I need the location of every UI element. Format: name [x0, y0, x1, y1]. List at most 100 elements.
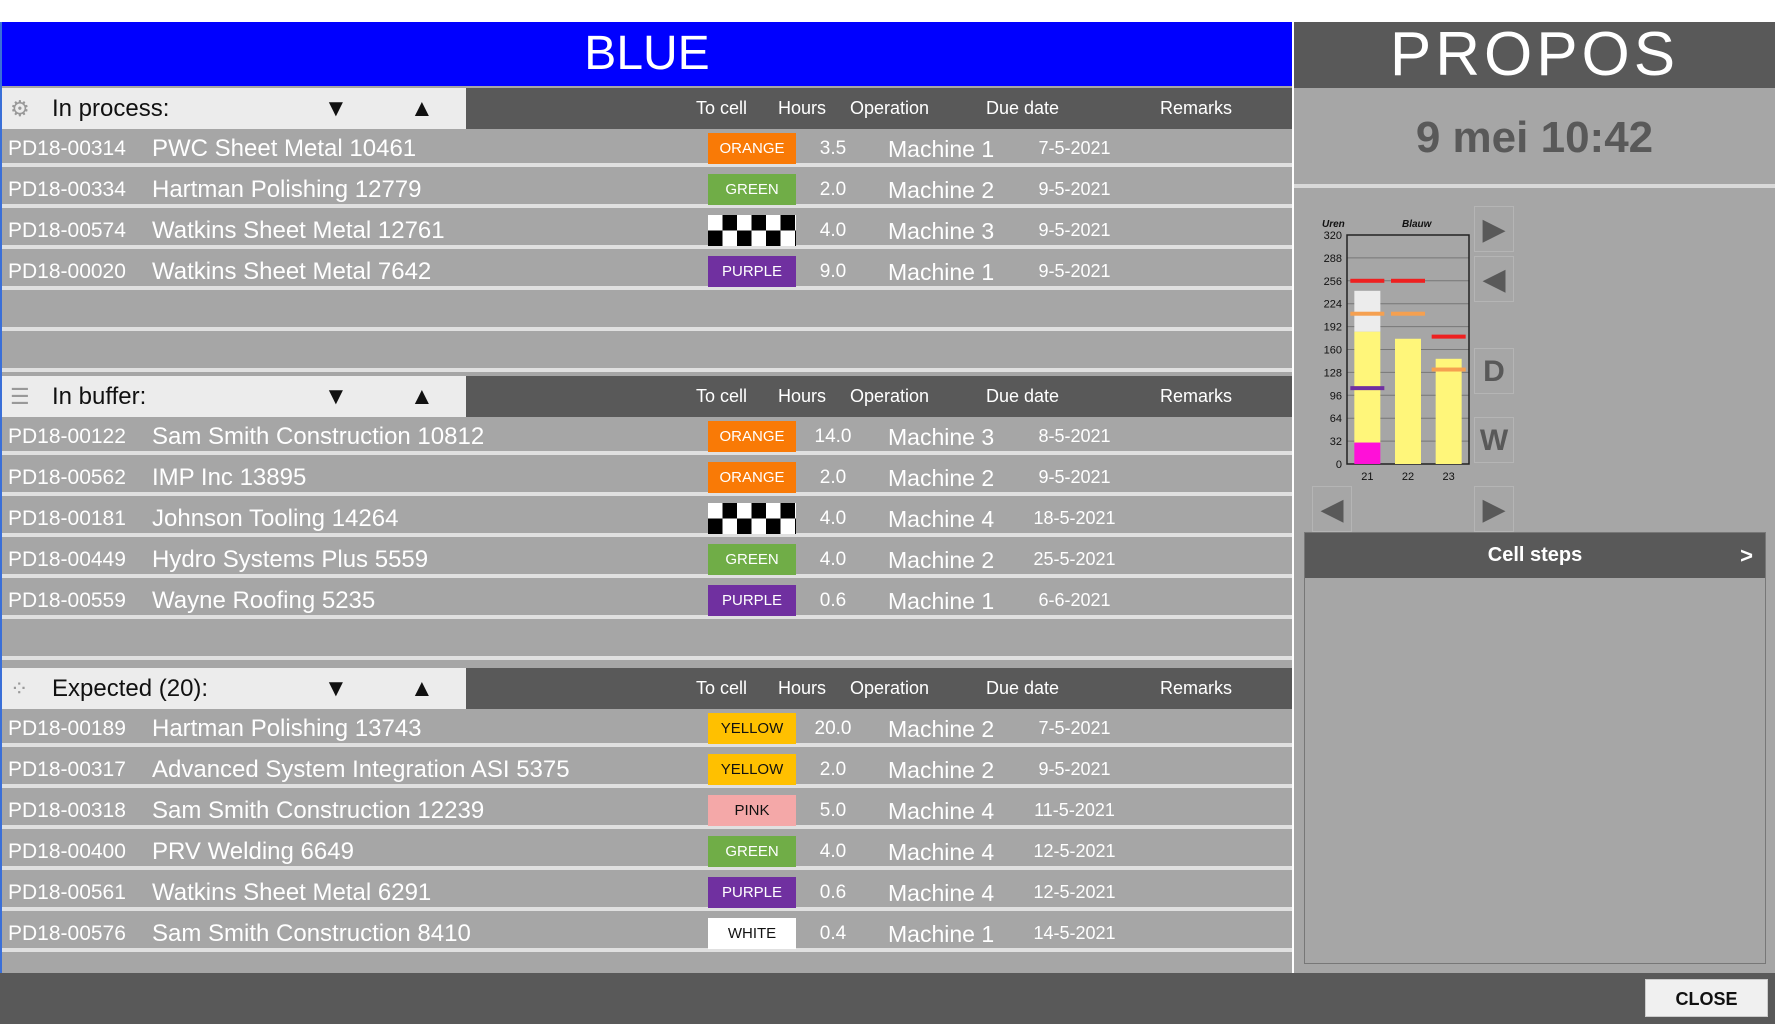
x-tick-label: 21 — [1361, 471, 1373, 482]
chevron-right-icon[interactable]: > — [1740, 533, 1753, 578]
cell-badge: YELLOW — [708, 754, 796, 785]
y-tick-label: 224 — [1324, 299, 1342, 311]
operation: Machine 4 — [888, 839, 995, 865]
hours: 20.0 — [814, 718, 852, 739]
order-name: Watkins Sheet Metal 6291 — [152, 879, 432, 906]
table-row[interactable]: PD18-00189 Hartman Polishing 13743 YELLO… — [2, 710, 1292, 747]
chart-prev-button[interactable]: ◀ — [1474, 256, 1514, 302]
close-button[interactable]: CLOSE — [1645, 979, 1768, 1017]
table-row[interactable]: PD18-00574 Watkins Sheet Metal 12761 4.0… — [2, 212, 1292, 249]
sort-up-button[interactable]: ▲ — [410, 88, 434, 129]
sort-down-button[interactable]: ▼ — [324, 668, 348, 709]
cell-badge: GREEN — [708, 836, 796, 867]
grid-icon: ⁘ — [10, 676, 29, 701]
table-row[interactable]: PD18-00334 Hartman Polishing 12779 GREEN… — [2, 171, 1292, 208]
operation: Machine 3 — [888, 424, 995, 450]
page-title: BLUE — [2, 22, 1292, 86]
cell-steps-header[interactable]: Cell steps > — [1305, 533, 1765, 578]
cell-steps-label: Cell steps — [1487, 544, 1583, 566]
remarks — [1147, 833, 1287, 870]
y-tick-label: 288 — [1324, 253, 1342, 265]
order-id: PD18-00020 — [8, 260, 126, 283]
operation: Machine 1 — [888, 921, 995, 947]
week-view-button[interactable]: W — [1474, 417, 1514, 463]
y-tick-label: 160 — [1324, 345, 1342, 357]
gears-icon: ⚙ — [10, 96, 30, 121]
order-name: PWC Sheet Metal 10461 — [152, 135, 417, 162]
sort-up-button[interactable]: ▲ — [410, 376, 434, 417]
table-row[interactable]: PD18-00317 Advanced System Integration A… — [2, 751, 1292, 788]
table-row[interactable]: PD18-00449 Hydro Systems Plus 5559 GREEN… — [2, 541, 1292, 578]
hours: 4.0 — [819, 841, 847, 862]
remarks — [1147, 130, 1287, 167]
order-name: Hartman Polishing 12779 — [152, 176, 422, 203]
chart-right-button[interactable]: ▶ — [1474, 486, 1514, 532]
due-date: 18-5-2021 — [1033, 508, 1116, 528]
target-marker — [1391, 311, 1425, 316]
table-row[interactable]: PD18-00318 Sam Smith Construction 12239 … — [2, 792, 1292, 829]
remarks — [1147, 459, 1287, 496]
column-remarks: Remarks — [1160, 386, 1233, 406]
column-hours: Hours — [778, 98, 827, 118]
operation: Machine 1 — [888, 136, 995, 162]
hours: 2.0 — [819, 179, 847, 200]
bar-segment — [1435, 358, 1462, 464]
day-view-button[interactable]: D — [1474, 348, 1514, 394]
sort-down-button[interactable]: ▼ — [324, 376, 348, 417]
table-row[interactable]: PD18-00559 Wayne Roofing 5235 PURPLE 0.6… — [2, 582, 1292, 619]
sort-up-button[interactable]: ▲ — [410, 668, 434, 709]
hours: 4.0 — [819, 549, 847, 570]
y-tick-label: 256 — [1324, 276, 1342, 288]
table-row[interactable]: PD18-00122 Sam Smith Construction 10812 … — [2, 418, 1292, 455]
table-row[interactable]: PD18-00400 PRV Welding 6649 GREEN 4.0 Ma… — [2, 833, 1292, 870]
sort-down-button[interactable]: ▼ — [324, 88, 348, 129]
hours: 4.0 — [819, 508, 847, 529]
table-row[interactable]: PD18-00562 IMP Inc 13895 ORANGE 2.0 Mach… — [2, 459, 1292, 496]
operation: Machine 2 — [888, 465, 995, 491]
table-row[interactable]: PD18-00561 Watkins Sheet Metal 6291 PURP… — [2, 874, 1292, 911]
column-remarks: Remarks — [1160, 678, 1233, 698]
column-hours: Hours — [778, 386, 827, 406]
order-id: PD18-00561 — [8, 881, 126, 904]
section-header: ⁘ Expected (20): ▼ ▲ To cell Hours Operatio… — [2, 668, 1292, 709]
chart-next-button[interactable]: ▶ — [1474, 206, 1514, 252]
empty-row — [2, 623, 1292, 660]
order-id: PD18-00400 — [8, 840, 126, 863]
hours: 14.0 — [814, 426, 852, 447]
remarks — [1147, 418, 1287, 455]
table-row[interactable]: PD18-00181 Johnson Tooling 14264 4.0 Mac… — [2, 500, 1292, 537]
remarks — [1147, 792, 1287, 829]
order-id: PD18-00189 — [8, 717, 126, 740]
column-due-date: Due date — [986, 386, 1060, 406]
table-row[interactable]: PD18-00576 Sam Smith Construction 8410 W… — [2, 915, 1292, 952]
order-name: PRV Welding 6649 — [152, 838, 354, 865]
column-header: To cell Hours Operation Due date Remarks — [466, 88, 1292, 129]
due-date: 12-5-2021 — [1033, 841, 1116, 861]
section-header: ☰ In buffer: ▼ ▲ To cell Hours Operation Due… — [2, 376, 1292, 417]
table-row[interactable]: PD18-00020 Watkins Sheet Metal 7642 PURP… — [2, 253, 1292, 290]
remarks — [1147, 500, 1287, 537]
table-row[interactable]: PD18-00314 PWC Sheet Metal 10461 ORANGE … — [2, 130, 1292, 167]
due-date: 11-5-2021 — [1034, 800, 1115, 820]
order-id: PD18-00317 — [8, 758, 126, 781]
cell-badge — [708, 215, 796, 246]
bottom-bar — [0, 973, 1775, 1024]
main-panel: BLUE ⚙ In process: ▼ ▲ To cell Hours Operat… — [0, 22, 1292, 973]
propos-logo: PROPOS — [1294, 22, 1775, 88]
operation: Machine 2 — [888, 757, 995, 783]
hours: 2.0 — [819, 467, 847, 488]
cell-badge: GREEN — [708, 544, 796, 575]
due-date: 12-5-2021 — [1033, 882, 1116, 902]
chart-title: Blauw — [1402, 219, 1433, 230]
target-marker — [1350, 311, 1385, 316]
operation: Machine 2 — [888, 716, 995, 742]
remarks — [1147, 874, 1287, 911]
order-name: Sam Smith Construction 12239 — [152, 797, 485, 824]
right-panel: PROPOS 9 mei 10:42 0 32 64 96 128 160 192 224 25… — [1294, 22, 1775, 973]
target-marker — [1350, 386, 1385, 391]
hours: 3.5 — [819, 138, 847, 159]
section-header: ⚙ In process: ▼ ▲ To cell Hours Operation Du… — [2, 88, 1292, 129]
chart-left-button[interactable]: ◀ — [1312, 486, 1352, 532]
due-date: 6-6-2021 — [1038, 590, 1111, 610]
operation: Machine 4 — [888, 880, 995, 906]
